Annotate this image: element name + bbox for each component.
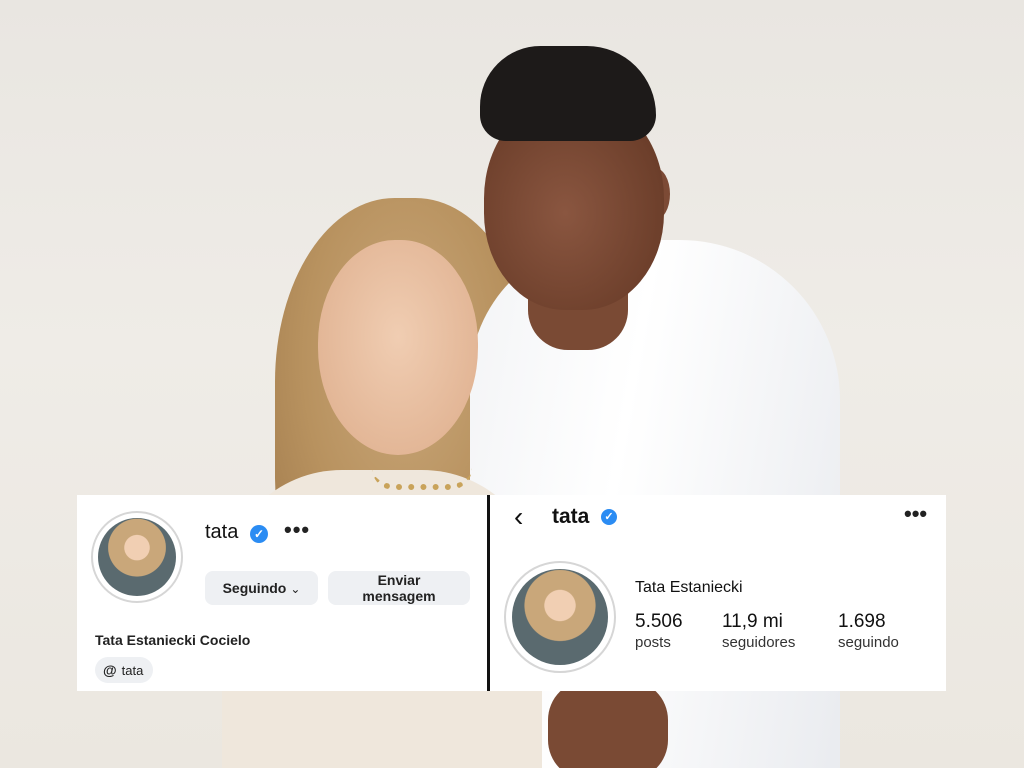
following-stat[interactable]: 1.698 seguindo — [838, 611, 899, 651]
posts-stat[interactable]: 5.506 posts — [635, 611, 683, 651]
verified-badge-icon: ✓ — [601, 509, 617, 525]
threads-handle: tata — [121, 662, 144, 678]
chevron-down-icon: ⌄ — [290, 582, 301, 596]
following-count: 1.698 — [838, 611, 886, 632]
verified-badge-icon: ✓ — [250, 525, 268, 543]
send-message-label-line2: mensagem — [362, 588, 436, 604]
following-button-label: Seguindo — [222, 580, 287, 596]
followers-label: seguidores — [722, 634, 796, 651]
posts-label: posts — [635, 634, 671, 651]
following-label: seguindo — [838, 634, 899, 651]
necklace — [372, 468, 472, 490]
threads-badge[interactable]: @ tata — [95, 657, 154, 683]
following-button[interactable]: Seguindo ⌄ — [205, 571, 318, 605]
full-name: Tata Estaniecki Cocielo — [95, 632, 251, 648]
profile-card-right: ‹ tata ✓ ••• Tata Estaniecki 5.506 posts… — [490, 495, 946, 691]
followers-count: 11,9 mi — [722, 611, 783, 632]
followers-stat[interactable]: 11,9 mi seguidores — [722, 611, 795, 651]
profile-card-left: tata ✓ ••• Seguindo ⌄ Enviar mensagem Tat… — [77, 495, 487, 691]
posts-count: 5.506 — [635, 611, 683, 632]
more-options-icon[interactable]: ••• — [904, 501, 927, 527]
more-options-icon[interactable]: ••• — [284, 517, 310, 543]
username: tata — [205, 521, 239, 543]
send-message-button[interactable]: Enviar mensagem — [328, 571, 470, 605]
man-hair — [480, 46, 656, 141]
avatar[interactable] — [504, 561, 616, 673]
threads-icon: @ — [103, 662, 117, 678]
avatar-image — [512, 569, 608, 665]
avatar[interactable] — [91, 511, 183, 603]
full-name: Tata Estaniecki — [635, 579, 743, 596]
username-header: tata — [552, 505, 590, 528]
woman-face — [318, 240, 478, 455]
avatar-image — [98, 518, 176, 596]
man-arm — [548, 680, 668, 768]
send-message-label-line1: Enviar — [377, 572, 421, 588]
back-arrow-icon[interactable]: ‹ — [514, 501, 523, 533]
